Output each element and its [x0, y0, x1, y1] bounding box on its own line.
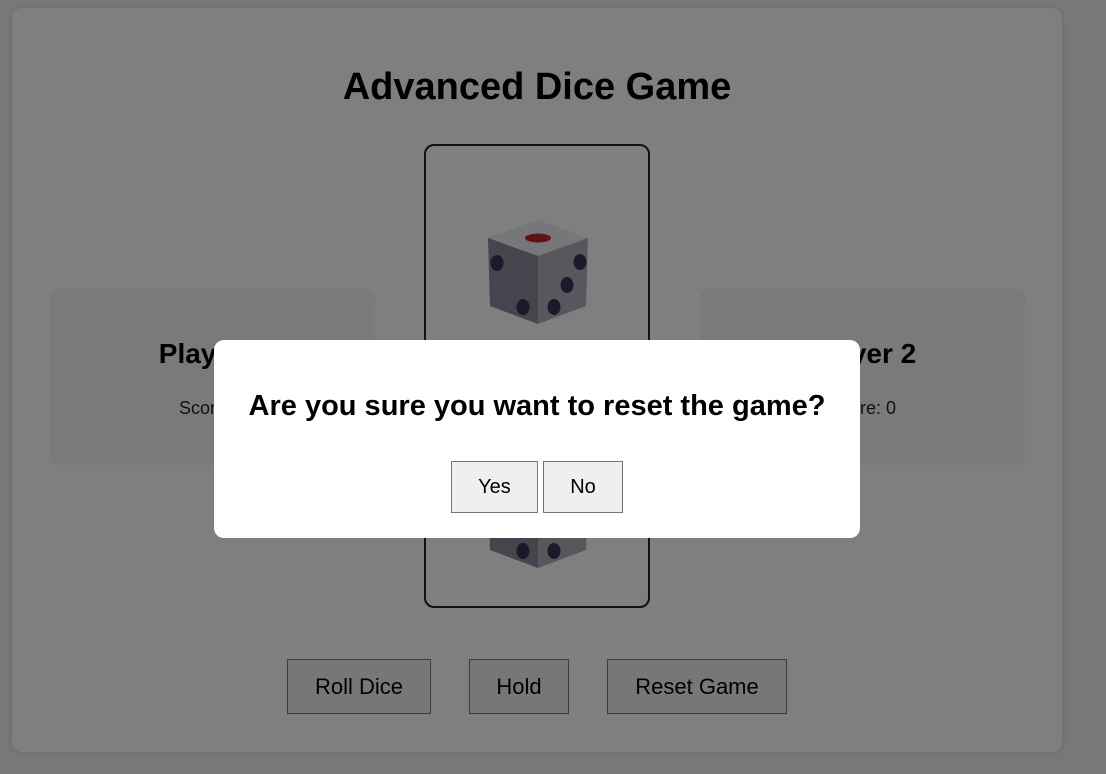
- game-page: Advanced Dice Game Player 1 Score: 0 Pla…: [0, 0, 1106, 774]
- reset-confirm-dialog: Are you sure you want to reset the game?…: [214, 340, 860, 538]
- confirm-yes-button[interactable]: Yes: [451, 461, 538, 513]
- reset-confirm-message: Are you sure you want to reset the game?: [248, 390, 826, 422]
- confirm-no-button[interactable]: No: [543, 461, 623, 513]
